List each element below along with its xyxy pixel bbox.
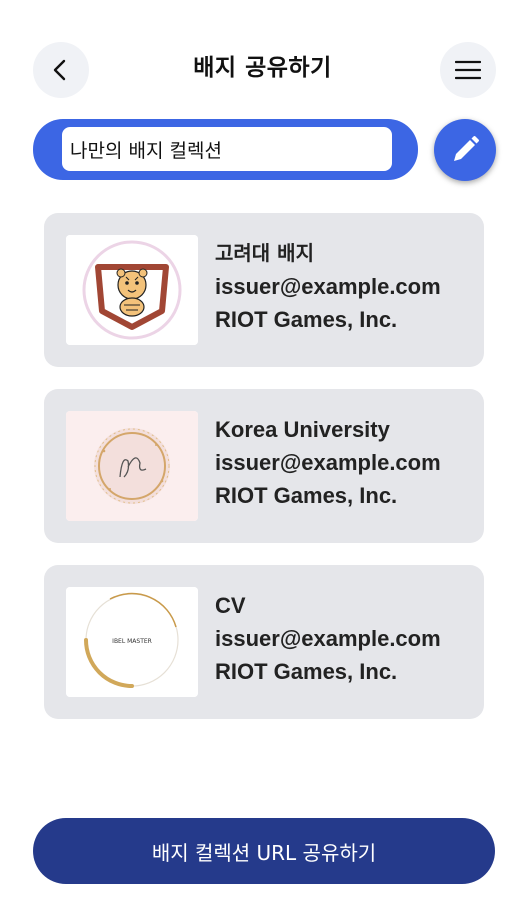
badge-info: Korea University issuer@example.com RIOT…	[215, 413, 441, 512]
badge-name: 고려대 배지	[215, 241, 314, 265]
badge-image	[66, 235, 198, 345]
pencil-icon	[454, 136, 479, 161]
badge-issuer-name: RIOT Games, Inc.	[215, 307, 398, 332]
edit-name-button[interactable]	[434, 119, 496, 181]
collection-name-input[interactable]	[62, 127, 392, 171]
badge-card[interactable]: Korea University issuer@example.com RIOT…	[44, 389, 484, 543]
badge-info: 고려대 배지 issuer@example.com RIOT Games, In…	[215, 237, 441, 336]
badge-card[interactable]: IBEL MASTER CV issuer@example.com RIOT G…	[44, 565, 484, 719]
badge-image	[66, 411, 198, 521]
badge-issuer-name: RIOT Games, Inc.	[215, 659, 398, 684]
badge-issuer-email: issuer@example.com	[215, 450, 441, 475]
menu-button[interactable]	[440, 42, 496, 98]
badge-card[interactable]: 고려대 배지 issuer@example.com RIOT Games, In…	[44, 213, 484, 367]
hamburger-menu-icon	[455, 60, 481, 80]
badge-info: CV issuer@example.com RIOT Games, Inc.	[215, 589, 441, 688]
badge-issuer-name: RIOT Games, Inc.	[215, 483, 398, 508]
share-url-button[interactable]: 배지 컬렉션 URL 공유하기	[33, 818, 495, 884]
badge-name: CV	[215, 593, 246, 618]
badge-issuer-email: issuer@example.com	[215, 626, 441, 651]
badge-name: Korea University	[215, 417, 390, 442]
badge-image: IBEL MASTER	[66, 587, 198, 697]
header: 배지 공유하기	[0, 40, 525, 98]
badge-image-label: IBEL MASTER	[112, 638, 152, 645]
badge-issuer-email: issuer@example.com	[215, 274, 441, 299]
collection-name-bar	[33, 119, 418, 180]
